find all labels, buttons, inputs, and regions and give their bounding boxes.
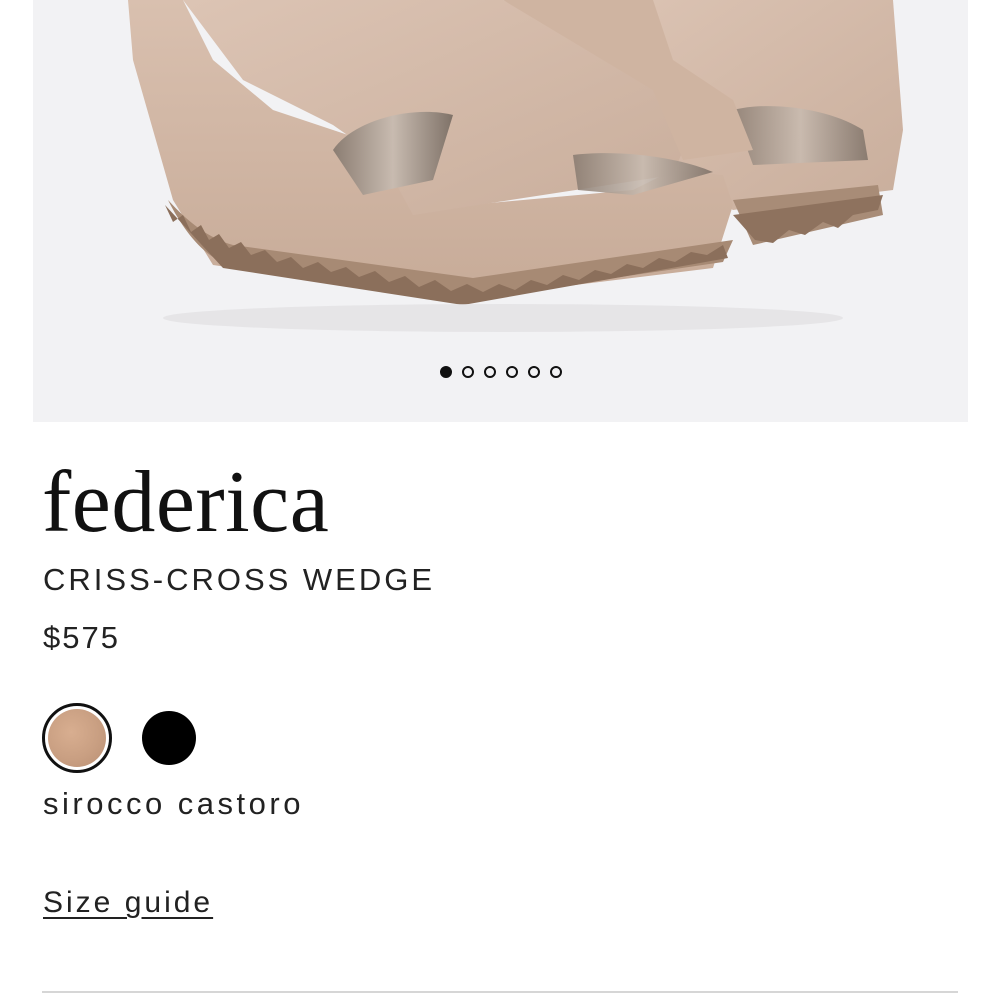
- gallery-dot-3[interactable]: [483, 366, 496, 378]
- product-image[interactable]: [33, 0, 968, 422]
- color-swatch-sirocco-castoro[interactable]: [42, 703, 112, 773]
- section-divider: [42, 991, 958, 993]
- color-swatch-black[interactable]: [142, 711, 196, 765]
- product-page: federica CRISS-CROSS WEDGE $575 sirocco …: [0, 0, 1000, 1000]
- size-guide-link[interactable]: Size guide: [43, 886, 213, 920]
- swatch-fill-sirocco-castoro: [48, 709, 106, 767]
- product-style: CRISS-CROSS WEDGE: [43, 562, 436, 597]
- gallery-dot-2[interactable]: [461, 366, 474, 378]
- color-swatches: [42, 703, 196, 773]
- product-name: federica: [42, 454, 330, 551]
- product-price: $575: [43, 620, 120, 655]
- product-image-gallery[interactable]: [33, 0, 968, 422]
- gallery-dot-6[interactable]: [549, 366, 562, 378]
- gallery-dot-5[interactable]: [527, 366, 540, 378]
- gallery-dot-1[interactable]: [439, 366, 452, 378]
- gallery-pagination: [33, 366, 968, 378]
- gallery-dot-4[interactable]: [505, 366, 518, 378]
- selected-color-label: sirocco castoro: [43, 786, 304, 821]
